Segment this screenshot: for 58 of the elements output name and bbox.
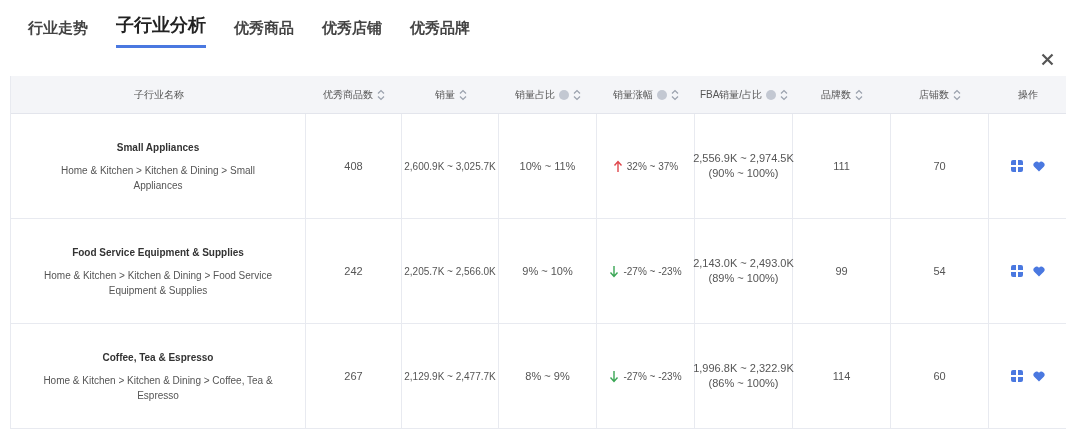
table-cell-text: 99 — [835, 263, 848, 279]
table-cell-text: 32% ~ 37% — [626, 159, 679, 174]
column-header[interactable]: 优秀商品数 — [306, 76, 402, 113]
column-header[interactable]: 销量涨幅 — [597, 76, 695, 113]
column-header[interactable]: 销量 — [402, 76, 499, 113]
table-cell: (90% ~ 100%) — [708, 166, 779, 181]
tab[interactable]: 子行业分析 — [116, 12, 206, 48]
column-header: 操作 — [1017, 88, 1039, 102]
table-cell: (86% ~ 100%) — [708, 376, 779, 391]
table-cell-text: 2,205.7K ~ 2,566.0K — [404, 264, 496, 279]
sort-icon[interactable] — [671, 88, 679, 101]
subindustry-name: Coffee, Tea & Espresso — [102, 350, 214, 365]
table-cell-text: 2,600.9K ~ 3,025.7K — [404, 159, 496, 174]
table-cell: 1,996.8K ~ 2,322.9K — [693, 361, 794, 376]
sort-icon[interactable] — [780, 88, 789, 101]
column-header[interactable]: 销量占比 — [499, 76, 597, 113]
table-cell-text: -27% ~ -23% — [623, 369, 682, 384]
sort-icon[interactable] — [573, 88, 581, 101]
column-header[interactable]: FBA销量/占比 — [695, 76, 793, 113]
close-icon[interactable] — [1041, 53, 1054, 66]
table-cell-text: 408 — [344, 158, 363, 174]
table-cell-text: 10% ~ 11% — [519, 158, 576, 174]
grid-icon[interactable] — [1011, 160, 1023, 172]
heart-icon[interactable] — [1033, 265, 1045, 277]
sort-icon[interactable] — [458, 88, 467, 101]
sort-icon[interactable] — [855, 88, 863, 101]
table-cell-text: 9% ~ 10% — [522, 263, 573, 279]
table-cell-text: 242 — [344, 263, 363, 279]
subindustry-name: Small Appliances — [116, 140, 200, 155]
column-header: 子行业名称 — [132, 88, 185, 102]
table-cell: 2,143.0K ~ 2,493.0K — [693, 256, 794, 271]
table-cell-text: 267 — [344, 368, 363, 384]
tab[interactable]: 行业走势 — [28, 16, 88, 48]
table-cell-text: 70 — [933, 158, 946, 174]
heart-icon[interactable] — [1033, 370, 1045, 382]
grid-icon[interactable] — [1011, 265, 1023, 277]
heart-icon[interactable] — [1033, 160, 1045, 172]
sort-icon[interactable] — [953, 88, 961, 101]
tab[interactable]: 优秀品牌 — [410, 16, 470, 48]
tab[interactable]: 优秀商品 — [234, 16, 294, 48]
table-cell-text: 111 — [833, 158, 850, 174]
column-header[interactable]: 品牌数 — [793, 76, 891, 113]
column-header[interactable]: 店铺数 — [891, 76, 989, 113]
category-path: Home & Kitchen > Kitchen & Dining > Coffee, Tea & Espresso — [42, 373, 274, 403]
table-cell-text: -27% ~ -23% — [623, 264, 682, 279]
subindustry-name: Food Service Equipment & Supplies — [72, 245, 244, 260]
table-cell-text: 8% ~ 9% — [525, 368, 570, 384]
grid-icon[interactable] — [1011, 370, 1023, 382]
sort-icon[interactable] — [377, 88, 385, 101]
table-cell: 2,556.9K ~ 2,974.5K — [693, 151, 794, 166]
table-cell-text: 114 — [832, 368, 851, 384]
table-cell-text: 60 — [933, 368, 946, 384]
category-path: Home & Kitchen > Kitchen & Dining > Small Appliances — [60, 163, 256, 193]
table-cell-text: 54 — [933, 263, 946, 279]
table-cell: (89% ~ 100%) — [708, 271, 779, 286]
category-path: Home & Kitchen > Kitchen & Dining > Food Service Equipment & Supplies — [43, 268, 273, 298]
table-cell-text: 2,129.9K ~ 2,477.7K — [404, 369, 496, 384]
tab[interactable]: 优秀店铺 — [322, 16, 382, 48]
